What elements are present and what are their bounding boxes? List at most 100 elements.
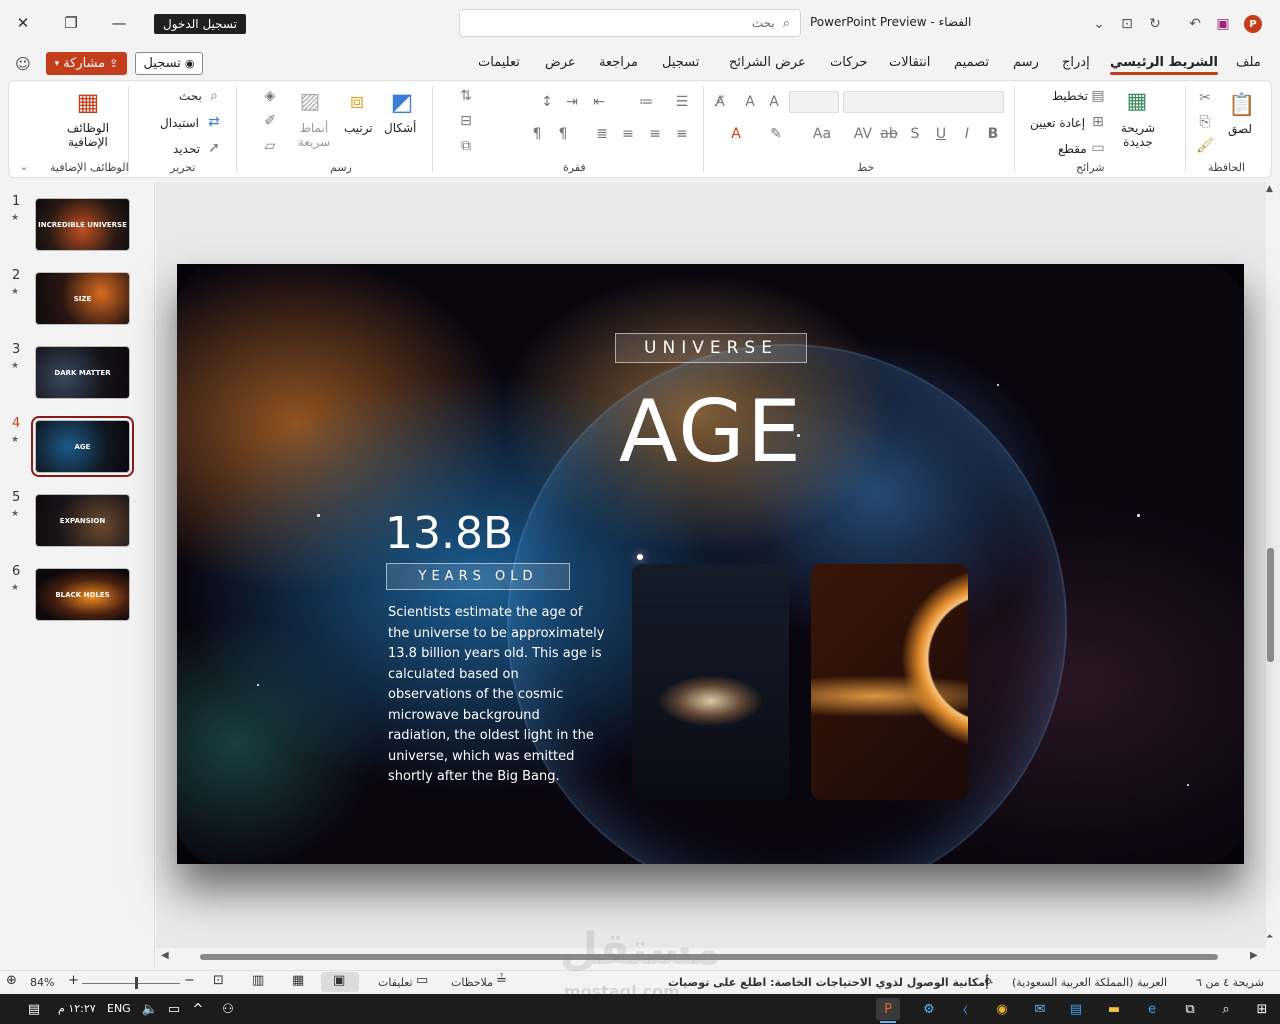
slide-thumbnail-2[interactable]: SIZE — [35, 272, 130, 325]
decrease-font-icon[interactable]: A — [764, 92, 784, 112]
layout-button[interactable]: تخطيط — [1052, 89, 1088, 103]
people-icon[interactable]: ⚇ — [216, 998, 240, 1020]
restore-icon[interactable]: ❐ — [58, 10, 84, 36]
addins-icon[interactable]: ▦ — [72, 86, 104, 118]
slideshow-view-icon[interactable]: ⊡ — [213, 973, 224, 988]
mail-icon[interactable]: ✉ — [1028, 998, 1052, 1020]
body-text[interactable]: Scientists estimate the age of the unive… — [388, 603, 606, 788]
line-spacing-icon[interactable]: ↕ — [537, 92, 557, 112]
tab-design[interactable]: تصميم — [954, 55, 989, 70]
bullets-icon[interactable]: ☰ — [672, 92, 692, 112]
format-painter-icon[interactable]: 🖌 — [1195, 136, 1215, 156]
network-icon[interactable]: ▭ — [162, 998, 186, 1020]
scroll-right-icon[interactable]: ▶ — [1250, 950, 1258, 961]
shapes-button[interactable]: أشكال — [384, 121, 416, 135]
zoom-level[interactable]: 84% — [30, 976, 54, 989]
quick-styles-icon[interactable]: ▨ — [295, 86, 325, 116]
zoom-slider-thumb[interactable] — [135, 977, 138, 989]
slide-thumbnail-3[interactable]: DARK MATTER — [35, 346, 130, 399]
slide-thumbnail-4[interactable]: AGE — [31, 416, 134, 477]
select-button[interactable]: تحديد — [173, 142, 200, 156]
redo-icon[interactable]: ↻ — [1144, 13, 1166, 35]
slide-title[interactable]: AGE — [557, 382, 865, 482]
reading-view-icon[interactable]: ▥ — [252, 973, 264, 988]
slide-current[interactable]: UNIVERSE AGE 13.8B YEARS OLD Scientists … — [177, 264, 1244, 864]
reset-button[interactable]: إعادة تعيين — [1030, 116, 1085, 130]
align-right-icon[interactable]: ≡ — [672, 124, 692, 144]
font-name-combo[interactable] — [843, 91, 1004, 113]
increase-font-icon[interactable]: A — [740, 92, 760, 112]
change-case-icon[interactable]: Aa — [812, 124, 832, 144]
chrome-icon[interactable]: ◉ — [990, 998, 1014, 1020]
shape-outline-icon[interactable]: ✐ — [260, 111, 280, 131]
clock[interactable]: ١٢:٢٧ م — [58, 1002, 96, 1015]
taskbar-search-icon[interactable]: ⌕ — [1214, 998, 1238, 1020]
file-explorer-icon[interactable]: ▬ — [1102, 998, 1126, 1020]
feedback-icon[interactable]: ☺ — [12, 53, 34, 75]
comments-button[interactable]: تعليقات — [378, 976, 413, 989]
highlight-icon[interactable]: ✎ — [766, 124, 786, 144]
tab-slideshow[interactable]: عرض الشرائح — [729, 55, 806, 70]
minimize-icon[interactable]: — — [106, 10, 132, 36]
tab-review[interactable]: مراجعة — [599, 55, 638, 70]
input-language[interactable]: ENG — [107, 1002, 131, 1015]
justify-icon[interactable]: ≣ — [592, 124, 612, 144]
paste-label[interactable]: لصق — [1228, 122, 1252, 136]
zoom-out-icon[interactable]: − — [184, 973, 195, 988]
undo-icon[interactable]: ↶ — [1184, 13, 1206, 35]
stat-value[interactable]: 13.8B — [385, 506, 513, 562]
replace-icon[interactable]: ⇄ — [204, 112, 224, 132]
shape-fill-icon[interactable]: ◈ — [260, 86, 280, 106]
close-icon[interactable]: ✕ — [10, 10, 36, 36]
shapes-icon[interactable]: ◩ — [386, 86, 418, 118]
task-view-icon[interactable]: ⧉ — [1178, 998, 1202, 1020]
prev-slide-icon[interactable]: ⏶ — [1266, 932, 1273, 942]
record-button[interactable]: تسجيل ◉ — [135, 52, 203, 75]
numbering-icon[interactable]: ≔ — [636, 92, 656, 112]
slide-thumbnail-6[interactable]: BLACK HOLES — [35, 568, 130, 621]
scroll-left-icon[interactable]: ◀ — [161, 950, 169, 961]
stat-label[interactable]: YEARS OLD — [386, 563, 570, 590]
character-spacing-icon[interactable]: AV — [853, 124, 873, 144]
quick-styles-button[interactable]: أنماط سريعة — [297, 121, 331, 149]
new-slide-icon[interactable]: ▦ — [1122, 86, 1152, 116]
sign-in-button[interactable]: تسجيل الدخول — [154, 14, 246, 34]
cut-icon[interactable]: ✂ — [1195, 88, 1215, 108]
tab-help[interactable]: تعليمات — [478, 55, 520, 70]
app-icon[interactable]: ⚙ — [917, 998, 941, 1020]
powerpoint-taskbar-icon[interactable]: P — [876, 998, 900, 1020]
tab-transitions[interactable]: انتقالات — [889, 55, 930, 70]
start-icon[interactable]: ⊞ — [1250, 998, 1274, 1020]
arrange-icon[interactable]: ⧈ — [342, 86, 372, 116]
text-direction-icon[interactable]: ⇅ — [456, 86, 476, 106]
accessibility-status[interactable]: إمكانية الوصول لذوي الاحتياجات الخاصة: ا… — [668, 976, 989, 989]
section-button[interactable]: مقطع — [1058, 142, 1087, 156]
store-icon[interactable]: ▤ — [1064, 998, 1088, 1020]
share-button[interactable]: ▾ مشاركة ⇪ — [46, 52, 127, 75]
tab-file[interactable]: ملف — [1236, 55, 1261, 70]
slide-thumbnail-5[interactable]: EXPANSION — [35, 494, 130, 547]
ltr-icon[interactable]: ¶ — [527, 124, 547, 144]
tray-chevron-icon[interactable]: ^ — [186, 998, 210, 1020]
zoom-in-icon[interactable]: + — [68, 973, 79, 988]
shadow-icon[interactable]: S — [905, 124, 925, 144]
arrange-button[interactable]: ترتيب — [344, 121, 373, 135]
kicker-label[interactable]: UNIVERSE — [615, 333, 807, 363]
strikethrough-icon[interactable]: ab — [879, 124, 899, 144]
find-button[interactable]: بحث — [179, 89, 202, 103]
tab-draw[interactable]: رسم — [1013, 55, 1039, 70]
tab-home[interactable]: الشريط الرئيسي — [1110, 55, 1218, 75]
italic-icon[interactable]: I — [957, 124, 977, 144]
tab-animations[interactable]: حركات — [830, 55, 868, 70]
align-center-icon[interactable]: ≡ — [645, 124, 665, 144]
new-slide-button[interactable]: شريحة جديدة — [1118, 121, 1158, 149]
zoom-slider[interactable] — [82, 983, 180, 984]
decrease-indent-icon[interactable]: ⇤ — [589, 92, 609, 112]
scroll-up-icon[interactable]: ▲ — [1266, 184, 1273, 194]
notifications-icon[interactable]: ▤ — [22, 998, 46, 1020]
volume-icon[interactable]: 🔈 — [138, 998, 162, 1020]
paste-icon[interactable]: 📋 — [1228, 88, 1256, 122]
clear-formatting-icon[interactable]: A̸ — [710, 92, 730, 112]
tab-record[interactable]: تسجيل — [662, 55, 699, 70]
galaxy-image[interactable] — [632, 564, 789, 800]
